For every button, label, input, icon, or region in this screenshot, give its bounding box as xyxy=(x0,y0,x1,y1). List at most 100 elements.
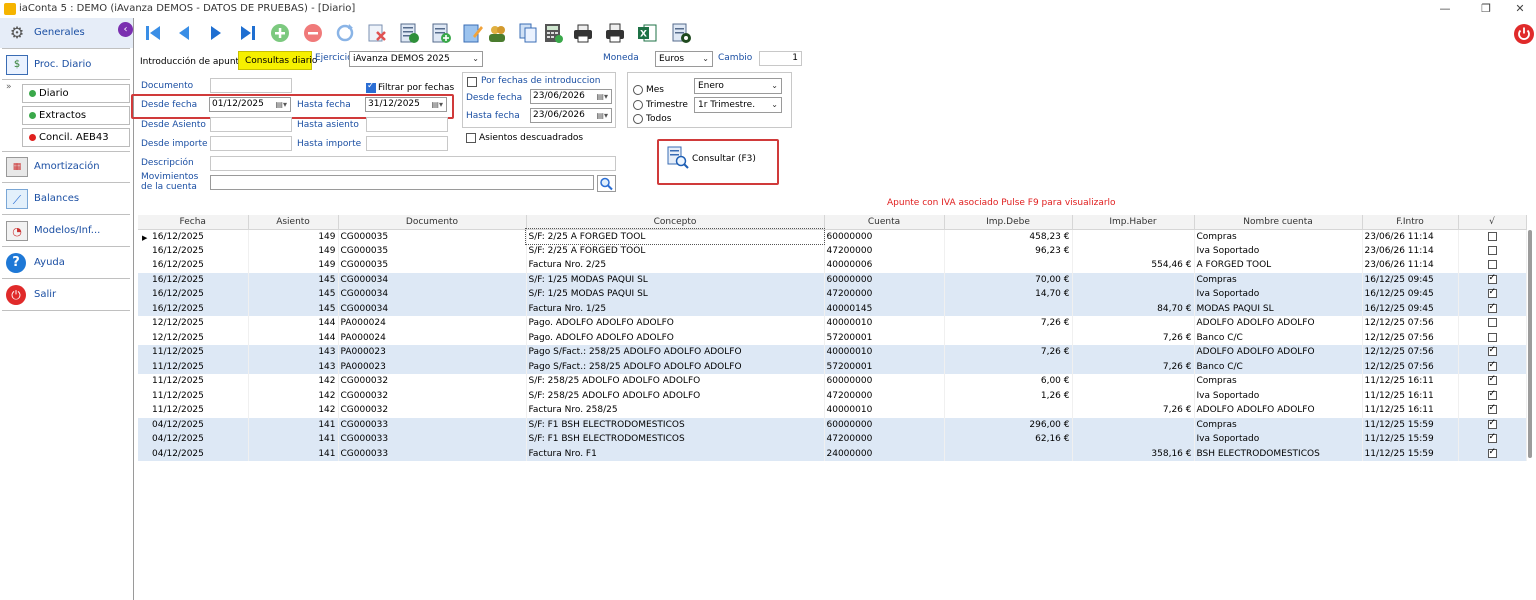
table-row[interactable]: 11/12/2025 142 CG000032 Factura Nro. 258/25… xyxy=(138,403,1527,418)
cuenta-cell[interactable]: 40000010 xyxy=(824,345,945,360)
haber-cell[interactable] xyxy=(1072,287,1195,302)
check-cell[interactable] xyxy=(1458,287,1527,302)
fecha-cell[interactable]: 11/12/2025 xyxy=(138,388,249,403)
haber-cell[interactable]: 7,26 € xyxy=(1072,330,1195,345)
moneda-select[interactable]: Euros ⌄ xyxy=(655,51,713,67)
documento-cell[interactable]: CG000033 xyxy=(338,446,527,461)
scrollbar-thumb[interactable] xyxy=(1528,230,1532,458)
fintro-cell[interactable]: 12/12/25 07:56 xyxy=(1362,359,1459,374)
edit-document-button[interactable] xyxy=(461,22,483,44)
concepto-cell[interactable]: S/F: 1/25 MODAS PAQUI SL xyxy=(526,287,825,302)
debe-cell[interactable] xyxy=(944,301,1073,316)
documento-cell[interactable]: PA000023 xyxy=(338,359,527,374)
intro-hasta-field[interactable]: 23/06/2026 ▤▾ xyxy=(530,108,612,123)
nombre-cuenta-cell[interactable]: ADOLFO ADOLFO ADOLFO xyxy=(1194,316,1363,331)
fecha-cell[interactable]: 16/12/2025 xyxy=(138,287,249,302)
table-row[interactable]: 04/12/2025 141 CG000033 S/F: F1 BSH ELECTRO… xyxy=(138,417,1527,432)
asiento-cell[interactable]: 149 xyxy=(248,243,339,258)
por-fechas-introduccion-checkbox[interactable] xyxy=(467,77,477,87)
row-checkbox[interactable] xyxy=(1487,245,1497,255)
fintro-cell[interactable]: 11/12/25 15:59 xyxy=(1362,432,1459,447)
nombre-cuenta-cell[interactable]: Iva Soportado xyxy=(1194,432,1363,447)
row-checkbox[interactable] xyxy=(1487,273,1497,284)
print-preview-button[interactable] xyxy=(604,22,626,44)
fintro-cell[interactable]: 12/12/25 07:56 xyxy=(1362,330,1459,345)
subitem-extractos[interactable]: Extractos xyxy=(22,106,130,125)
debe-cell[interactable]: 70,00 € xyxy=(944,272,1073,287)
nombre-cuenta-cell[interactable]: Iva Soportado xyxy=(1194,243,1363,258)
row-checkbox[interactable] xyxy=(1487,345,1497,357)
cancel-edit-button[interactable] xyxy=(366,22,388,44)
users-button[interactable] xyxy=(486,22,508,44)
haber-cell[interactable] xyxy=(1072,374,1195,389)
row-checkbox[interactable] xyxy=(1487,403,1497,415)
asiento-cell[interactable]: 149 xyxy=(248,258,339,273)
concepto-cell[interactable]: Pago S/Fact.: 258/25 ADOLFO ADOLFO ADOLF… xyxy=(526,345,825,360)
desde-importe-field[interactable] xyxy=(210,136,292,151)
debe-cell[interactable]: 62,16 € xyxy=(944,432,1073,447)
documento-cell[interactable]: CG000033 xyxy=(338,432,527,447)
check-cell[interactable] xyxy=(1458,446,1527,461)
table-row[interactable]: 16/12/2025 149 CG000035 Factura Nro. 2/25 40… xyxy=(138,258,1527,273)
calendar-dropdown-icon[interactable]: ▤▾ xyxy=(596,90,608,103)
fecha-cell[interactable]: 11/12/2025 xyxy=(138,359,249,374)
cuenta-cell[interactable]: 47200000 xyxy=(824,432,945,447)
nombre-cuenta-cell[interactable]: Compras xyxy=(1194,272,1363,287)
column-header[interactable]: Imp.Debe xyxy=(944,215,1073,230)
haber-cell[interactable] xyxy=(1072,229,1195,244)
todos-radio[interactable] xyxy=(633,114,643,124)
cuenta-cell[interactable]: 60000000 xyxy=(824,374,945,389)
concepto-cell[interactable]: Factura Nro. 1/25 xyxy=(526,301,825,316)
concepto-cell[interactable]: S/F: 1/25 MODAS PAQUI SL xyxy=(526,272,825,287)
cuenta-cell[interactable]: 47200000 xyxy=(824,287,945,302)
debe-cell[interactable]: 458,23 € xyxy=(944,229,1073,244)
haber-cell[interactable] xyxy=(1072,243,1195,258)
debe-cell[interactable]: 96,23 € xyxy=(944,243,1073,258)
expand-chevron-icon[interactable]: » xyxy=(6,82,12,92)
intro-desde-field[interactable]: 23/06/2026 ▤▾ xyxy=(530,89,612,104)
calendar-dropdown-icon[interactable]: ▤▾ xyxy=(596,109,608,122)
fintro-cell[interactable]: 16/12/25 09:45 xyxy=(1362,287,1459,302)
nombre-cuenta-cell[interactable]: ADOLFO ADOLFO ADOLFO xyxy=(1194,403,1363,418)
debe-cell[interactable] xyxy=(944,359,1073,374)
minimize-icon[interactable]: — xyxy=(1430,0,1460,18)
hasta-asiento-field[interactable] xyxy=(366,117,448,132)
sidebar-item-ayuda[interactable]: ? Ayuda xyxy=(0,248,133,278)
debe-cell[interactable]: 7,26 € xyxy=(944,345,1073,360)
report-settings-button[interactable] xyxy=(670,22,692,44)
cambio-field[interactable]: 1 xyxy=(759,51,802,66)
check-cell[interactable] xyxy=(1458,229,1527,244)
check-cell[interactable] xyxy=(1458,345,1527,360)
fintro-cell[interactable]: 16/12/25 09:45 xyxy=(1362,301,1459,316)
haber-cell[interactable]: 358,16 € xyxy=(1072,446,1195,461)
documento-cell[interactable]: PA000023 xyxy=(338,345,527,360)
fecha-cell[interactable]: 16/12/2025 xyxy=(138,243,249,258)
haber-cell[interactable]: 7,26 € xyxy=(1072,403,1195,418)
refresh-button[interactable] xyxy=(334,22,356,44)
cuenta-cell[interactable]: 40000010 xyxy=(824,403,945,418)
nombre-cuenta-cell[interactable]: ADOLFO ADOLFO ADOLFO xyxy=(1194,345,1363,360)
subitem-concil-aeb43[interactable]: Concil. AEB43 xyxy=(22,128,130,147)
row-checkbox[interactable] xyxy=(1487,231,1497,241)
check-cell[interactable] xyxy=(1458,272,1527,287)
debe-cell[interactable]: 14,70 € xyxy=(944,287,1073,302)
check-cell[interactable] xyxy=(1458,388,1527,403)
cuenta-cell[interactable]: 40000006 xyxy=(824,258,945,273)
first-record-button[interactable] xyxy=(142,22,164,44)
last-record-button[interactable] xyxy=(237,22,259,44)
row-checkbox[interactable] xyxy=(1487,447,1497,458)
fecha-cell[interactable]: 12/12/2025 xyxy=(138,330,249,345)
fecha-cell[interactable]: 16/12/2025 xyxy=(138,258,249,273)
debe-cell[interactable]: 296,00 € xyxy=(944,417,1073,432)
nombre-cuenta-cell[interactable]: Banco C/C xyxy=(1194,330,1363,345)
debe-cell[interactable]: 7,26 € xyxy=(944,316,1073,331)
asiento-cell[interactable]: 143 xyxy=(248,345,339,360)
cuenta-cell[interactable]: 40000010 xyxy=(824,316,945,331)
cuenta-cell[interactable]: 24000000 xyxy=(824,446,945,461)
nombre-cuenta-cell[interactable]: Iva Soportado xyxy=(1194,388,1363,403)
concepto-cell[interactable]: Pago. ADOLFO ADOLFO ADOLFO xyxy=(526,330,825,345)
close-icon[interactable]: ✕ xyxy=(1505,0,1535,18)
documento-cell[interactable]: PA000024 xyxy=(338,316,527,331)
table-row[interactable]: 12/12/2025 144 PA000024 Pago. ADOLFO ADOLFO… xyxy=(138,316,1527,331)
fecha-cell[interactable]: 16/12/2025 xyxy=(138,272,249,287)
